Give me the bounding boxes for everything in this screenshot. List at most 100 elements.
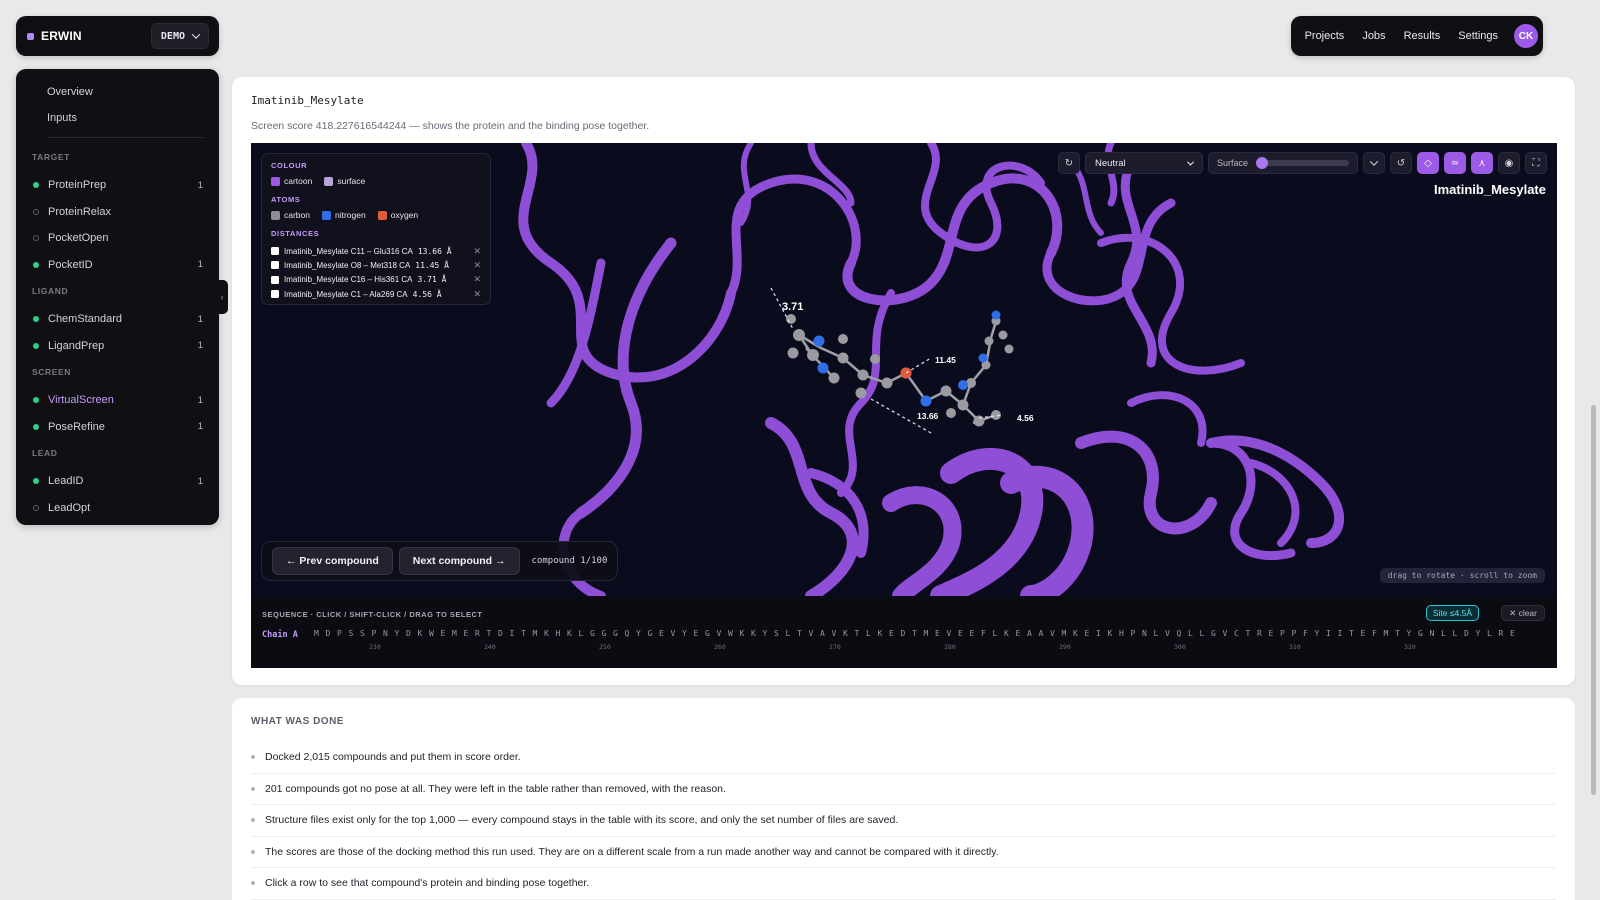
prev-compound-button[interactable]: ← Prev compound bbox=[272, 547, 393, 575]
interactions-tool-button[interactable]: ≃ bbox=[1444, 152, 1466, 174]
residue[interactable]: A bbox=[820, 629, 832, 638]
residue[interactable]: Q bbox=[625, 629, 637, 638]
slider-knob[interactable] bbox=[1256, 157, 1269, 169]
remove-distance-icon[interactable]: ✕ bbox=[473, 260, 481, 271]
residue[interactable]: V bbox=[1165, 629, 1177, 638]
residue[interactable]: K bbox=[1108, 629, 1120, 638]
residue[interactable]: E bbox=[970, 629, 982, 638]
residue[interactable]: L bbox=[866, 629, 878, 638]
residue[interactable]: Y bbox=[1407, 629, 1419, 638]
residue[interactable]: R bbox=[1499, 629, 1511, 638]
fullscreen-button[interactable]: ⛶ bbox=[1525, 152, 1547, 174]
residue[interactable]: P bbox=[1292, 629, 1304, 638]
user-avatar[interactable]: CK bbox=[1514, 24, 1538, 48]
distance-toggle-checkbox[interactable] bbox=[271, 247, 279, 256]
residue[interactable]: F bbox=[1303, 629, 1315, 638]
residue[interactable]: H bbox=[556, 629, 568, 638]
residue[interactable]: A bbox=[1039, 629, 1051, 638]
residue[interactable]: M bbox=[1384, 629, 1396, 638]
residue[interactable]: T bbox=[521, 629, 533, 638]
residue[interactable]: E bbox=[1510, 629, 1522, 638]
residue[interactable]: P bbox=[1280, 629, 1292, 638]
nav-results[interactable]: Results bbox=[1396, 24, 1449, 48]
site-filter-badge[interactable]: Site ≤4.5Å bbox=[1425, 605, 1479, 621]
residue[interactable]: W bbox=[728, 629, 740, 638]
residue[interactable]: P bbox=[372, 629, 384, 638]
residue[interactable]: S bbox=[774, 629, 786, 638]
distance-toggle-checkbox[interactable] bbox=[271, 290, 279, 299]
residue[interactable]: K bbox=[567, 629, 579, 638]
reset-view-button[interactable]: ↻ bbox=[1058, 152, 1080, 174]
sidebar-item-virtualscreen[interactable]: VirtualScreen 1 bbox=[32, 387, 203, 414]
residue[interactable]: V bbox=[947, 629, 959, 638]
residue[interactable]: Y bbox=[1476, 629, 1488, 638]
clear-selection-button[interactable]: ✕ clear bbox=[1501, 605, 1545, 621]
residue[interactable]: G bbox=[705, 629, 717, 638]
residue[interactable]: N bbox=[1142, 629, 1154, 638]
residue[interactable]: L bbox=[786, 629, 798, 638]
residue[interactable]: C bbox=[1234, 629, 1246, 638]
residue[interactable]: V bbox=[832, 629, 844, 638]
residue[interactable]: T bbox=[1349, 629, 1361, 638]
ligand-tool-button[interactable]: ⋏ bbox=[1471, 152, 1493, 174]
residue[interactable]: M bbox=[533, 629, 545, 638]
more-options-button[interactable] bbox=[1363, 152, 1385, 174]
residue[interactable]: E bbox=[889, 629, 901, 638]
residue[interactable]: R bbox=[1257, 629, 1269, 638]
molecule-viewer[interactable]: COLOUR cartoon surface ATOMS carbon nitr… bbox=[251, 143, 1557, 596]
residue[interactable]: Y bbox=[636, 629, 648, 638]
residue[interactable]: T bbox=[912, 629, 924, 638]
distance-toggle-checkbox[interactable] bbox=[271, 261, 279, 270]
sidebar-item-leadid[interactable]: LeadID 1 bbox=[32, 468, 203, 495]
residue[interactable]: T bbox=[797, 629, 809, 638]
residue[interactable]: E bbox=[441, 629, 453, 638]
residue[interactable]: T bbox=[1395, 629, 1407, 638]
residue[interactable]: M bbox=[452, 629, 464, 638]
distance-toggle-checkbox[interactable] bbox=[271, 275, 279, 284]
residue[interactable]: K bbox=[878, 629, 890, 638]
residue[interactable]: M bbox=[314, 629, 326, 638]
residue[interactable]: T bbox=[487, 629, 499, 638]
residue[interactable]: Y bbox=[1315, 629, 1327, 638]
residue[interactable]: K bbox=[740, 629, 752, 638]
residue[interactable]: A bbox=[1027, 629, 1039, 638]
residue[interactable]: T bbox=[855, 629, 867, 638]
residue[interactable]: V bbox=[1223, 629, 1235, 638]
residue[interactable]: L bbox=[1200, 629, 1212, 638]
residue[interactable]: I bbox=[1096, 629, 1108, 638]
sidebar-item-proteinprep[interactable]: ProteinPrep 1 bbox=[32, 172, 203, 199]
residue[interactable]: I bbox=[1338, 629, 1350, 638]
residue[interactable]: E bbox=[1269, 629, 1281, 638]
sidebar-item-proteinrelax[interactable]: ProteinRelax bbox=[32, 199, 203, 226]
residue[interactable]: G bbox=[1418, 629, 1430, 638]
residue[interactable]: K bbox=[1073, 629, 1085, 638]
residue-strip[interactable]: MDPSSPNYDKWEMERTDITMKHKLGGGQYGEVYEGVWKKY… bbox=[314, 629, 1522, 638]
residue[interactable]: Y bbox=[682, 629, 694, 638]
residue[interactable]: V bbox=[1050, 629, 1062, 638]
sidebar-item-ligandprep[interactable]: LigandPrep 1 bbox=[32, 333, 203, 360]
residue[interactable]: V bbox=[671, 629, 683, 638]
residue[interactable]: D bbox=[498, 629, 510, 638]
residue[interactable]: L bbox=[1453, 629, 1465, 638]
residue[interactable]: T bbox=[1246, 629, 1258, 638]
residue[interactable]: Q bbox=[1177, 629, 1189, 638]
residue[interactable]: K bbox=[418, 629, 430, 638]
residue[interactable]: P bbox=[1131, 629, 1143, 638]
residue[interactable]: F bbox=[1372, 629, 1384, 638]
sidebar-item-leadopt[interactable]: LeadOpt bbox=[32, 495, 203, 522]
residue[interactable]: M bbox=[1062, 629, 1074, 638]
undo-button[interactable]: ↺ bbox=[1390, 152, 1412, 174]
remove-distance-icon[interactable]: ✕ bbox=[473, 274, 481, 285]
nav-jobs[interactable]: Jobs bbox=[1354, 24, 1393, 48]
next-compound-button[interactable]: Next compound → bbox=[398, 547, 520, 575]
surface-opacity-slider[interactable] bbox=[1256, 157, 1349, 169]
residue[interactable]: N bbox=[383, 629, 395, 638]
residue[interactable]: W bbox=[429, 629, 441, 638]
environment-selector[interactable]: DEMO bbox=[150, 23, 209, 49]
nav-settings[interactable]: Settings bbox=[1450, 24, 1506, 48]
residue[interactable]: L bbox=[1487, 629, 1499, 638]
remove-distance-icon[interactable]: ✕ bbox=[473, 246, 481, 257]
residue[interactable]: I bbox=[1326, 629, 1338, 638]
page-scrollbar[interactable] bbox=[1591, 405, 1596, 795]
residue[interactable]: I bbox=[510, 629, 522, 638]
